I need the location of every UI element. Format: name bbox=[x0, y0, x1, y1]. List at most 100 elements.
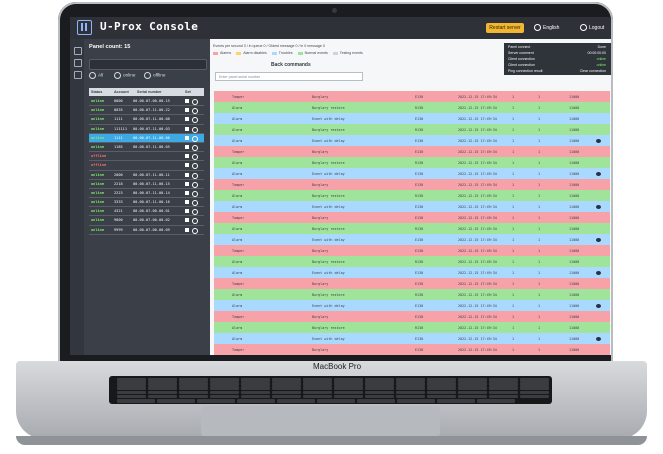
event-row[interactable]: Alarm Event with delay E130 2022-12-15 1… bbox=[214, 300, 610, 311]
event-row[interactable]: Alarm Burglary restore R130 2022-12-15 1… bbox=[214, 322, 610, 333]
checkbox-icon[interactable] bbox=[185, 172, 189, 177]
device-row[interactable]: online 4321 00-00-07-00-00-01 bbox=[89, 207, 204, 217]
device-row[interactable]: offline bbox=[89, 161, 204, 171]
language-selector[interactable]: English bbox=[534, 24, 559, 31]
device-row[interactable]: online 2223 00-00-07-11-00-14 bbox=[89, 189, 204, 199]
event-row[interactable]: Tamper Burglary E130 2022-12-15 17:49:34… bbox=[214, 278, 610, 289]
event-row[interactable]: Alarm Event with delay E130 2022-12-15 1… bbox=[214, 135, 610, 146]
chat-icon[interactable] bbox=[596, 205, 601, 209]
filter-all[interactable]: All bbox=[89, 72, 103, 79]
event-time: 2022-12-15 17:49:34 bbox=[458, 161, 497, 165]
device-row[interactable]: online 3333 00-00-07-11-00-16 bbox=[89, 198, 204, 208]
device-row[interactable]: online 1185 00-00-07-11-00-05 bbox=[89, 143, 204, 153]
checkbox-icon[interactable] bbox=[185, 144, 189, 149]
device-table-header: Status Account Serial number Set bbox=[89, 88, 204, 96]
checkbox-icon[interactable] bbox=[185, 163, 189, 168]
serial-search-input[interactable]: Enter panel serial number bbox=[215, 72, 363, 81]
device-row[interactable]: online 111111 00-00-07-11-00-03 bbox=[89, 125, 204, 134]
event-row[interactable]: Alarm Event with delay E130 2022-12-15 1… bbox=[214, 267, 610, 278]
event-row[interactable]: Alarm Burglary restore R130 2022-12-15 1… bbox=[214, 102, 610, 113]
checkbox-icon[interactable] bbox=[185, 200, 189, 205]
chat-icon[interactable] bbox=[596, 238, 601, 242]
event-row[interactable]: Alarm Burglary restore R130 2022-12-15 1… bbox=[214, 124, 610, 135]
chat-icon[interactable] bbox=[596, 172, 601, 176]
event-row[interactable]: Tamper Burglary E130 2022-12-15 17:49:34… bbox=[214, 344, 610, 355]
checkbox-icon[interactable] bbox=[185, 135, 189, 140]
radio-icon[interactable] bbox=[192, 218, 198, 225]
event-user: 1 bbox=[538, 106, 541, 110]
event-row[interactable]: Tamper Burglary E130 2022-12-15 17:49:34… bbox=[214, 311, 610, 322]
filter-online[interactable]: online bbox=[114, 72, 136, 79]
user-icon[interactable] bbox=[74, 59, 82, 67]
keyboard-key bbox=[427, 378, 456, 382]
radio-icon[interactable] bbox=[192, 200, 198, 207]
device-row[interactable]: online 0000 00-00-07-00-00-15 bbox=[89, 97, 204, 107]
device-row[interactable]: online 2000 00-00-07-11-00-11 bbox=[89, 171, 204, 180]
radio-icon[interactable] bbox=[192, 190, 198, 197]
event-row[interactable]: Tamper Burglary E130 2022-12-15 17:49:34… bbox=[214, 245, 610, 256]
checkbox-icon[interactable] bbox=[185, 154, 189, 159]
event-row[interactable]: Tamper Burglary E130 2022-12-15 17:49:34… bbox=[214, 146, 610, 157]
logout-button[interactable]: Logout bbox=[580, 24, 604, 31]
event-row[interactable]: Alarm Burglary restore R130 2022-12-15 1… bbox=[214, 157, 610, 168]
radio-icon[interactable] bbox=[192, 144, 198, 151]
device-row[interactable]: online 2218 00-00-07-11-00-15 bbox=[89, 180, 204, 189]
radio-icon[interactable] bbox=[192, 117, 198, 124]
checkbox-icon[interactable] bbox=[185, 99, 189, 103]
event-row[interactable]: Tamper Burglary E130 2022-12-15 17:49:34… bbox=[214, 212, 610, 223]
device-row[interactable]: online 9999 00-00-07-00-00-09 bbox=[89, 226, 204, 235]
radio-icon[interactable] bbox=[192, 126, 198, 133]
radio-icon[interactable] bbox=[192, 163, 198, 170]
device-row[interactable]: online 9000 00-00-07-00-00-02 bbox=[89, 216, 204, 226]
device-row[interactable]: online 0035 00-00-07-11-00-22 bbox=[89, 106, 204, 116]
radio-icon[interactable] bbox=[192, 135, 198, 142]
radio-icon[interactable] bbox=[192, 181, 198, 188]
event-row[interactable]: Alarm Burglary restore R130 2022-12-15 1… bbox=[214, 289, 610, 300]
event-row[interactable]: Tamper Burglary E130 2022-12-15 17:49:34… bbox=[214, 179, 610, 190]
checkbox-icon[interactable] bbox=[185, 190, 189, 195]
chat-icon[interactable] bbox=[596, 139, 601, 143]
event-zone: 1 bbox=[512, 238, 515, 242]
radio-icon[interactable] bbox=[192, 209, 198, 216]
event-user: 1 bbox=[538, 315, 541, 319]
event-time: 2022-12-15 17:49:34 bbox=[458, 260, 497, 264]
globe-icon[interactable] bbox=[74, 71, 82, 79]
restart-server-button[interactable]: Restart server bbox=[486, 23, 524, 33]
event-row[interactable]: Tamper Burglary E130 2022-12-15 17:49:34… bbox=[214, 91, 610, 102]
device-row[interactable]: offline bbox=[89, 152, 204, 162]
event-row[interactable]: Alarm Event with delay E130 2022-12-15 1… bbox=[214, 168, 610, 179]
checkbox-icon[interactable] bbox=[185, 227, 189, 232]
checkbox-icon[interactable] bbox=[185, 117, 189, 122]
filter-offline[interactable]: offline bbox=[144, 72, 165, 79]
keyboard-key bbox=[210, 390, 239, 395]
checkbox-icon[interactable] bbox=[185, 181, 189, 186]
event-row[interactable]: Alarm Burglary restore R130 2022-12-15 1… bbox=[214, 223, 610, 234]
device-row[interactable]: online 1111 00-00-07-11-00-06 bbox=[89, 133, 204, 143]
event-row[interactable]: Alarm Event with delay E130 2022-12-15 1… bbox=[214, 201, 610, 212]
event-name: Alarm bbox=[232, 194, 243, 198]
panel-filter-input[interactable] bbox=[89, 59, 207, 70]
chat-icon[interactable] bbox=[596, 304, 601, 308]
radio-icon[interactable] bbox=[192, 154, 198, 161]
checkbox-icon[interactable] bbox=[185, 108, 189, 113]
radio-icon[interactable] bbox=[192, 172, 198, 179]
radio-icon[interactable] bbox=[192, 227, 198, 234]
event-zone: 1 bbox=[512, 172, 515, 176]
radio-icon[interactable] bbox=[192, 99, 198, 105]
gear-icon[interactable] bbox=[74, 47, 82, 55]
event-user: 1 bbox=[538, 282, 541, 286]
event-name: Alarm bbox=[232, 304, 243, 308]
checkbox-icon[interactable] bbox=[185, 209, 189, 214]
event-row[interactable]: Alarm Burglary restore R130 2022-12-15 1… bbox=[214, 256, 610, 267]
event-row[interactable]: Alarm Event with delay E130 2022-12-15 1… bbox=[214, 113, 610, 124]
event-time: 2022-12-15 17:49:34 bbox=[458, 106, 497, 110]
event-row[interactable]: Alarm Event with delay E130 2022-12-15 1… bbox=[214, 333, 610, 344]
chat-icon[interactable] bbox=[596, 337, 601, 341]
event-row[interactable]: Alarm Burglary restore R130 2022-12-15 1… bbox=[214, 190, 610, 201]
chat-icon[interactable] bbox=[596, 271, 601, 275]
radio-icon[interactable] bbox=[192, 108, 198, 115]
checkbox-icon[interactable] bbox=[185, 218, 189, 223]
event-row[interactable]: Alarm Event with delay E130 2022-12-15 1… bbox=[214, 234, 610, 245]
device-row[interactable]: online 1111 00-00-07-11-00-08 bbox=[89, 115, 204, 125]
checkbox-icon[interactable] bbox=[185, 126, 189, 131]
